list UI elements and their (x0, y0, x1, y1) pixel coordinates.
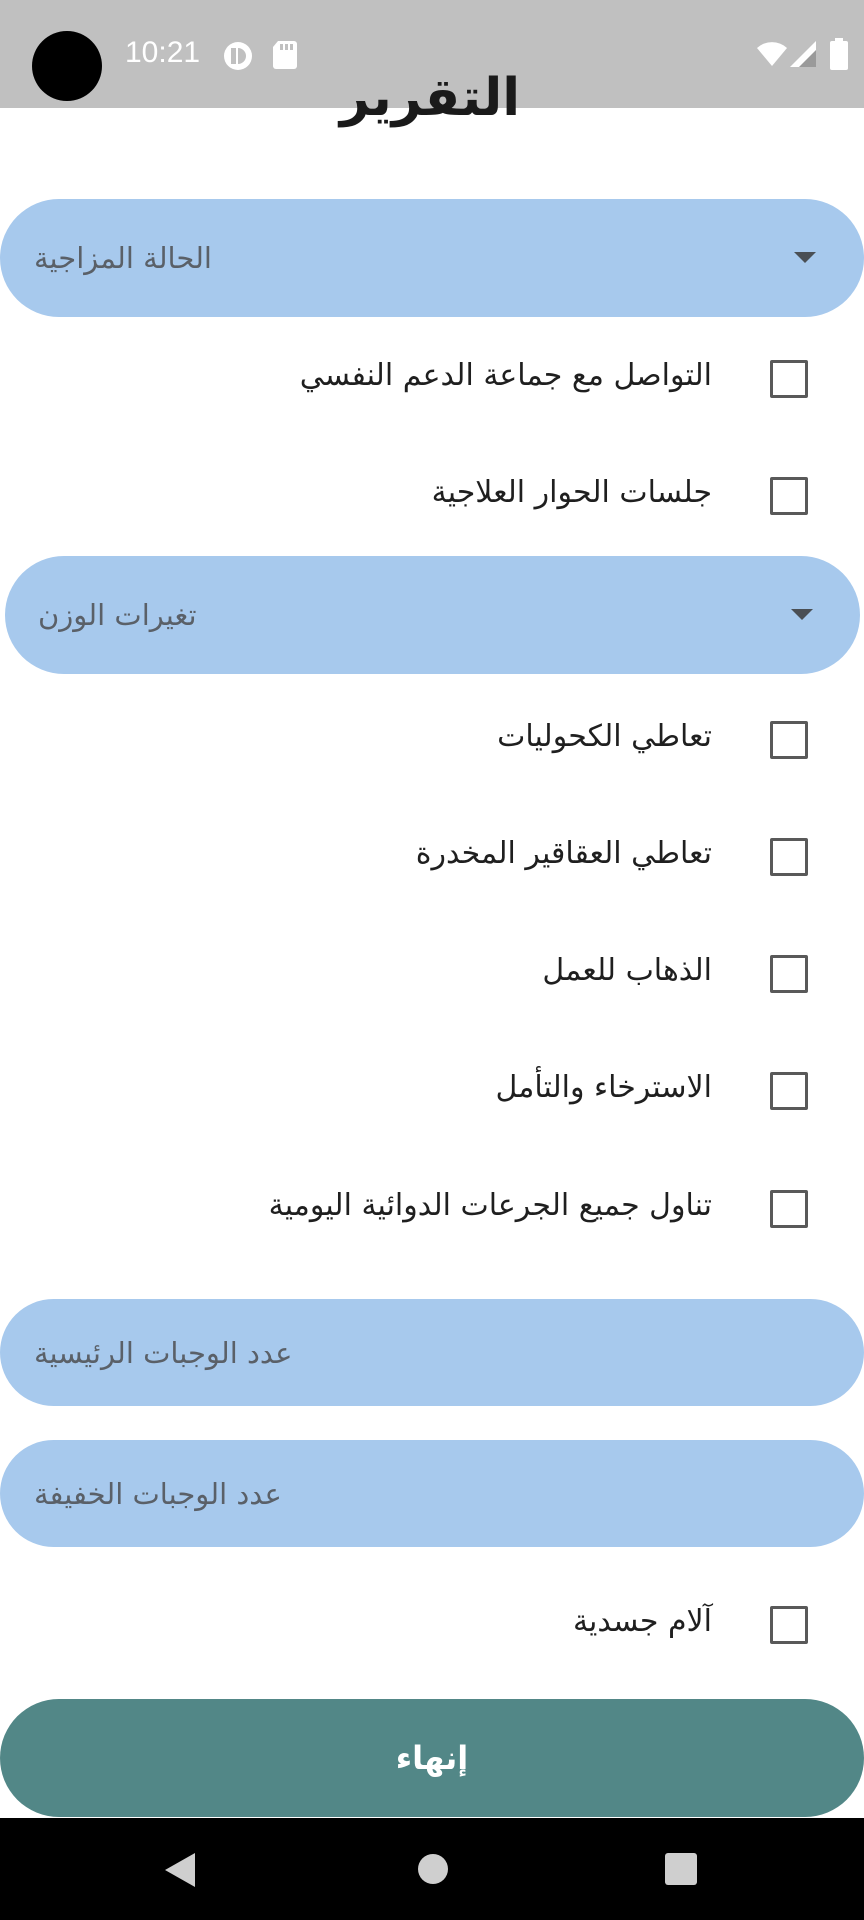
checkbox-label: جلسات الحوار العلاجية (431, 475, 712, 510)
home-icon[interactable] (416, 1852, 450, 1890)
checkbox-row-body-pain[interactable]: آلام جسدية (0, 1598, 864, 1658)
checkbox-label: تناول جميع الجرعات الدوائية اليومية (268, 1188, 712, 1223)
chevron-down-icon (794, 252, 816, 263)
snack-meals-placeholder: عدد الوجبات الخفيفة (34, 1476, 282, 1511)
back-icon[interactable] (163, 1851, 197, 1893)
checkbox-label: تعاطي الكحوليات (497, 719, 712, 754)
checkbox[interactable] (770, 955, 808, 993)
chevron-down-icon (791, 609, 813, 620)
snack-meals-input[interactable]: عدد الوجبات الخفيفة (0, 1440, 864, 1547)
checkbox[interactable] (770, 477, 808, 515)
checkbox[interactable] (770, 838, 808, 876)
mood-dropdown[interactable]: الحالة المزاجية (0, 199, 864, 317)
weight-dropdown-label: تغيرات الوزن (38, 598, 197, 632)
checkbox-row-medication[interactable]: تناول جميع الجرعات الدوائية اليومية (0, 1182, 864, 1242)
checkbox-row-alcohol[interactable]: تعاطي الكحوليات (0, 713, 864, 773)
checkbox-row-work[interactable]: الذهاب للعمل (0, 947, 864, 1007)
checkbox-row-therapy-sessions[interactable]: جلسات الحوار العلاجية (0, 469, 864, 529)
finish-button[interactable]: إنهاء (0, 1699, 864, 1817)
status-time: 10:21 (125, 36, 201, 69)
finish-button-label: إنهاء (395, 1739, 469, 1777)
main-meals-input[interactable]: عدد الوجبات الرئيسية (0, 1299, 864, 1406)
page-title: التقرير (339, 68, 521, 128)
checkbox-label: الاسترخاء والتأمل (495, 1070, 712, 1105)
main-meals-placeholder: عدد الوجبات الرئيسية (34, 1335, 293, 1370)
checkbox[interactable] (770, 1190, 808, 1228)
recents-icon[interactable] (664, 1852, 698, 1890)
checkbox-label: الذهاب للعمل (542, 953, 712, 988)
checkbox[interactable] (770, 721, 808, 759)
weight-dropdown[interactable]: تغيرات الوزن (5, 556, 860, 674)
checkbox[interactable] (770, 1072, 808, 1110)
checkbox-label: تعاطي العقاقير المخدرة (415, 836, 712, 871)
checkbox-row-support-group[interactable]: التواصل مع جماعة الدعم النفسي (0, 352, 864, 412)
checkbox-label: آلام جسدية (572, 1604, 712, 1639)
checkbox[interactable] (770, 1606, 808, 1644)
mood-dropdown-label: الحالة المزاجية (34, 241, 212, 275)
checkbox-label: التواصل مع جماعة الدعم النفسي (299, 358, 712, 393)
checkbox-row-drugs[interactable]: تعاطي العقاقير المخدرة (0, 830, 864, 890)
checkbox[interactable] (770, 360, 808, 398)
checkbox-row-relaxation[interactable]: الاسترخاء والتأمل (0, 1064, 864, 1124)
navigation-bar (0, 1818, 864, 1920)
